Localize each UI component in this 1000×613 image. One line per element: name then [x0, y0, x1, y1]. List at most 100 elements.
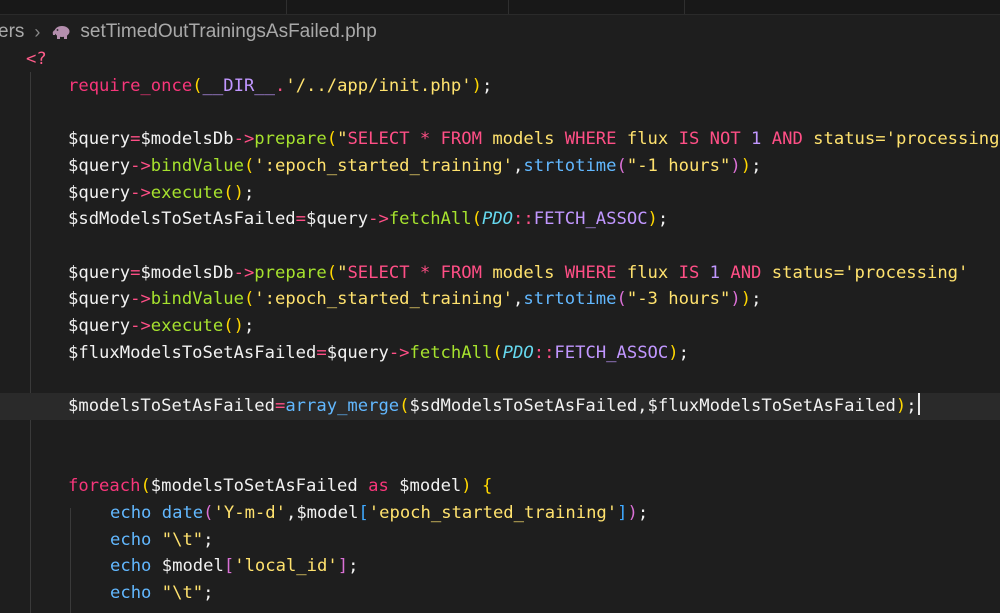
code-token: fetchAll	[388, 209, 472, 230]
code-line[interactable]: $sdModelsToSetAsFailed=$query->fetchAll(…	[0, 206, 1000, 233]
code-text: echo $model['local_id'];	[110, 553, 358, 580]
code-token: models	[492, 262, 565, 283]
code-token: 1	[751, 129, 772, 150]
code-token: (	[471, 209, 482, 230]
code-editor-window: ers › setTimedOutTrainingsAsFailed.php <…	[0, 0, 1000, 613]
code-token: PDO	[481, 209, 514, 230]
code-line[interactable]: echo "\t";	[0, 527, 1000, 554]
code-token: require_once	[68, 75, 193, 96]
code-token: ;	[203, 529, 214, 550]
code-text: foreach($modelsToSetAsFailed as $model) …	[68, 473, 492, 500]
code-token: as	[357, 476, 400, 497]
code-token: ->	[130, 155, 151, 176]
code-text: $query->execute();	[68, 180, 254, 207]
code-token: AND	[730, 262, 772, 283]
code-token: bindValue	[150, 289, 244, 310]
code-token: $modelsToSetAsFailed	[150, 476, 358, 497]
code-line[interactable]: require_once(__DIR__.'/../app/init.php')…	[0, 73, 1000, 100]
code-token: ->	[368, 209, 389, 230]
code-token: models	[492, 129, 565, 150]
code-line[interactable]	[0, 447, 1000, 474]
code-token: )	[668, 342, 679, 363]
code-token: ;	[678, 342, 689, 363]
code-token: (	[492, 342, 503, 363]
code-token: ]	[337, 556, 349, 577]
code-token: )	[740, 155, 752, 176]
code-line[interactable]	[0, 233, 1000, 260]
code-token: (	[243, 155, 255, 176]
code-token: "	[337, 129, 348, 150]
code-token: ]	[617, 502, 628, 523]
code-token: ':epoch_started_training'	[254, 155, 513, 176]
code-token: (	[326, 262, 338, 283]
code-line[interactable]: $query->execute();	[0, 180, 1000, 207]
code-token: $fluxModelsToSetAsFailed	[68, 342, 317, 363]
code-token: WHERE	[564, 129, 627, 150]
code-token: $query	[326, 342, 389, 363]
code-token: )	[895, 396, 907, 417]
code-token: ()	[223, 316, 244, 336]
breadcrumb-file[interactable]: setTimedOutTrainingsAsFailed.php	[80, 21, 376, 43]
code-line[interactable]	[0, 99, 1000, 126]
code-line[interactable]: $query=$modelsDb->prepare("SELECT * FROM…	[0, 126, 1000, 153]
code-token: <?	[26, 49, 47, 69]
code-line[interactable]: $query->execute();	[0, 313, 1000, 340]
code-token: $query	[68, 155, 131, 176]
code-token: (	[192, 75, 203, 96]
code-token: $sdModelsToSetAsFailed	[409, 396, 638, 417]
tab-bar[interactable]	[0, 0, 1000, 15]
code-text: require_once(__DIR__.'/../app/init.php')…	[68, 73, 492, 100]
code-text: $modelsToSetAsFailed=array_merge($sdMode…	[68, 393, 920, 420]
breadcrumb-folder[interactable]: ers	[0, 21, 24, 43]
code-line[interactable]: echo date('Y-m-d',$model['epoch_started_…	[0, 500, 1000, 527]
code-token: (	[399, 396, 410, 417]
code-line[interactable]: $query=$modelsDb->prepare("SELECT * FROM…	[0, 260, 1000, 287]
code-line[interactable]: echo $model['local_id'];	[0, 553, 1000, 580]
code-token: PDO	[502, 342, 534, 363]
code-token: FETCH_ASSOC	[554, 342, 669, 363]
code-line[interactable]: $fluxModelsToSetAsFailed=$query->fetchAl…	[0, 340, 1000, 367]
code-line[interactable]: $modelsToSetAsFailed=array_merge($sdMode…	[0, 393, 1000, 420]
code-token: ,	[513, 289, 524, 310]
code-token: ;	[203, 583, 214, 603]
code-line[interactable]: echo "\t";	[0, 580, 1000, 607]
code-token: (	[140, 476, 151, 497]
code-token: '/../app/init.php'	[285, 75, 472, 96]
code-line[interactable]: $query->bindValue(':epoch_started_traini…	[0, 153, 1000, 180]
code-token: $query	[68, 289, 131, 310]
tab[interactable]	[508, 0, 685, 14]
code-token: ->	[233, 262, 255, 283]
code-token: )	[461, 476, 472, 497]
code-token: (	[616, 289, 627, 310]
code-token: )	[471, 75, 482, 96]
tab[interactable]	[286, 0, 509, 14]
tab[interactable]	[0, 0, 287, 14]
code-token: ,	[513, 155, 524, 176]
code-token: =	[274, 396, 286, 417]
code-line[interactable]: <?	[0, 46, 1000, 73]
breadcrumb: ers › setTimedOutTrainingsAsFailed.php	[0, 16, 1000, 48]
code-token: =	[130, 129, 141, 150]
code-token: 'local_id'	[234, 556, 338, 577]
code-token: $query	[68, 129, 131, 150]
code-token: FETCH_ASSOC	[533, 209, 648, 230]
code-token: =	[316, 342, 327, 363]
code-token: $query	[68, 262, 131, 283]
code-token: strtotime	[523, 155, 617, 176]
code-token: $query	[68, 316, 131, 336]
code-token: 'Y-m-d'	[213, 502, 286, 523]
code-line[interactable]: foreach($modelsToSetAsFailed as $model) …	[0, 473, 1000, 500]
code-token: ;	[243, 182, 255, 203]
code-token: ->	[130, 316, 151, 336]
code-token: strtotime	[523, 289, 617, 310]
code-token: (	[243, 289, 255, 310]
code-line[interactable]	[0, 366, 1000, 393]
code-area[interactable]: <? require_once(__DIR__.'/../app/init.php…	[0, 46, 1000, 613]
code-token: __DIR__	[202, 75, 275, 96]
code-line[interactable]: $query->bindValue(':epoch_started_traini…	[0, 286, 1000, 313]
code-token: ':epoch_started_training'	[254, 289, 513, 310]
code-token: fetchAll	[409, 342, 493, 363]
code-line[interactable]	[0, 420, 1000, 447]
code-token: execute	[150, 316, 224, 336]
